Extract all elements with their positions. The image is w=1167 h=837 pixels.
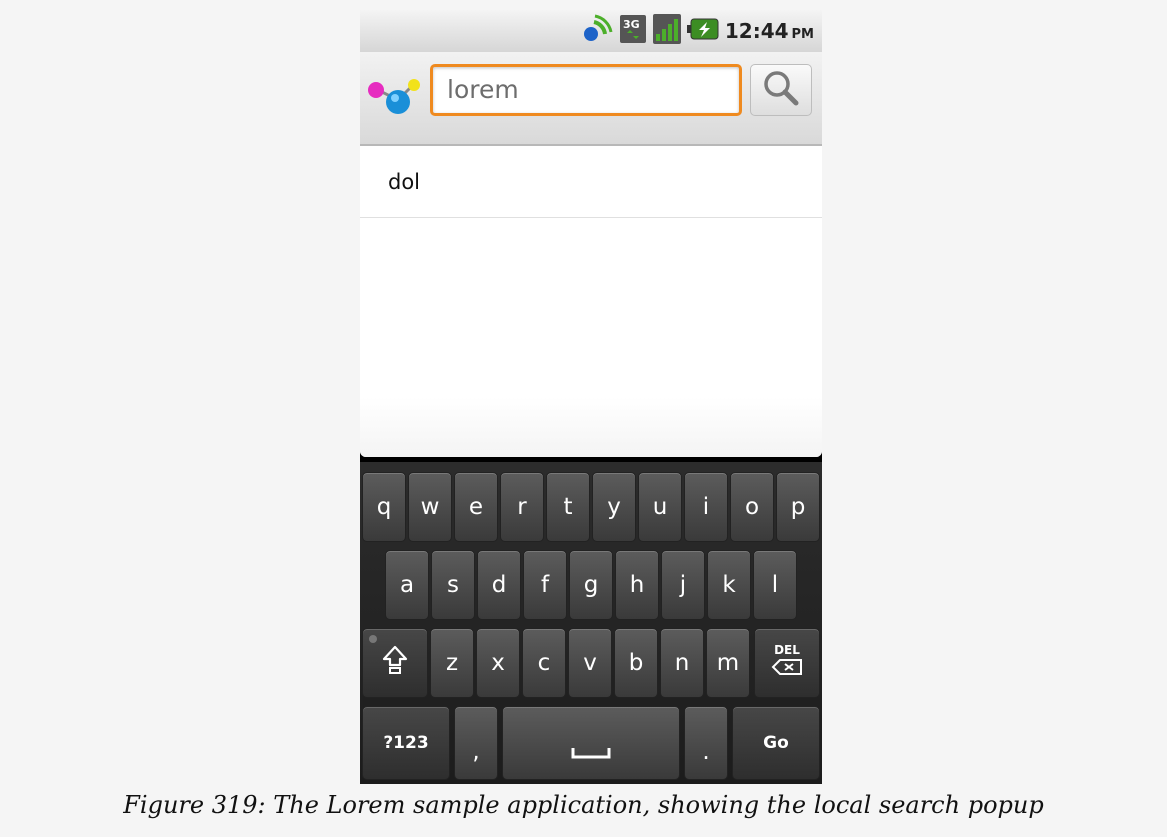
key-d[interactable]: d [477, 550, 521, 620]
signal-icon [652, 14, 681, 48]
key-g[interactable]: g [569, 550, 613, 620]
shift-key[interactable] [362, 628, 428, 698]
key-o[interactable]: o [730, 472, 774, 542]
3g-data-icon: 3G [619, 14, 647, 48]
magnifier-icon [762, 69, 800, 111]
key-y[interactable]: y [592, 472, 636, 542]
key-e[interactable]: e [454, 472, 498, 542]
comma-key[interactable]: , [454, 706, 498, 780]
key-l[interactable]: l [753, 550, 797, 620]
symbols-key[interactable]: ?123 [362, 706, 450, 780]
status-icons: 3G 12:44 PM [581, 14, 814, 48]
battery-charging-icon [686, 18, 719, 44]
status-time: 12:44 PM [725, 19, 814, 43]
delete-key[interactable]: DEL [754, 628, 820, 698]
svg-text:3G: 3G [623, 18, 640, 31]
go-key[interactable]: Go [732, 706, 820, 780]
key-i[interactable]: i [684, 472, 728, 542]
suggestions-bottom [360, 397, 822, 457]
space-bar-icon [571, 720, 611, 766]
key-p[interactable]: p [776, 472, 820, 542]
key-s[interactable]: s [431, 550, 475, 620]
period-key[interactable]: . [684, 706, 728, 780]
key-b[interactable]: b [614, 628, 658, 698]
key-j[interactable]: j [661, 550, 705, 620]
search-bar [360, 52, 822, 146]
backspace-icon [771, 656, 803, 682]
key-u[interactable]: u [638, 472, 682, 542]
key-m[interactable]: m [706, 628, 750, 698]
key-v[interactable]: v [568, 628, 612, 698]
key-x[interactable]: x [476, 628, 520, 698]
app-logo-icon [366, 76, 426, 124]
suggestion-text: dol [388, 169, 421, 194]
key-k[interactable]: k [707, 550, 751, 620]
search-button[interactable] [750, 64, 812, 116]
key-h[interactable]: h [615, 550, 659, 620]
sync-icon [581, 14, 613, 48]
key-r[interactable]: r [500, 472, 544, 542]
key-w[interactable]: w [408, 472, 452, 542]
search-suggestions: dol [360, 146, 822, 457]
key-t[interactable]: t [546, 472, 590, 542]
key-a[interactable]: a [385, 550, 429, 620]
status-bar: 3G 12:44 PM [360, 10, 822, 52]
key-c[interactable]: c [522, 628, 566, 698]
space-key[interactable] [502, 706, 680, 780]
soft-keyboard: q w e r t y u i o p a s d f g h j k l z [360, 462, 822, 784]
search-input[interactable] [433, 67, 727, 111]
search-input-wrapper[interactable] [430, 64, 742, 116]
key-f[interactable]: f [523, 550, 567, 620]
delete-label: DEL [774, 643, 800, 657]
key-z[interactable]: z [430, 628, 474, 698]
key-q[interactable]: q [362, 472, 406, 542]
phone-screen: 3G 12:44 PM lorem dol q w e r t y u i o … [360, 10, 822, 784]
caps-indicator-dot [369, 635, 377, 643]
figure-caption: Figure 319: The Lorem sample application… [123, 791, 1044, 819]
suggestion-item[interactable]: dol [360, 146, 822, 218]
status-time-value: 12:44 [724, 19, 789, 43]
key-n[interactable]: n [660, 628, 704, 698]
shift-icon [382, 645, 408, 681]
status-time-ampm: PM [791, 27, 814, 42]
